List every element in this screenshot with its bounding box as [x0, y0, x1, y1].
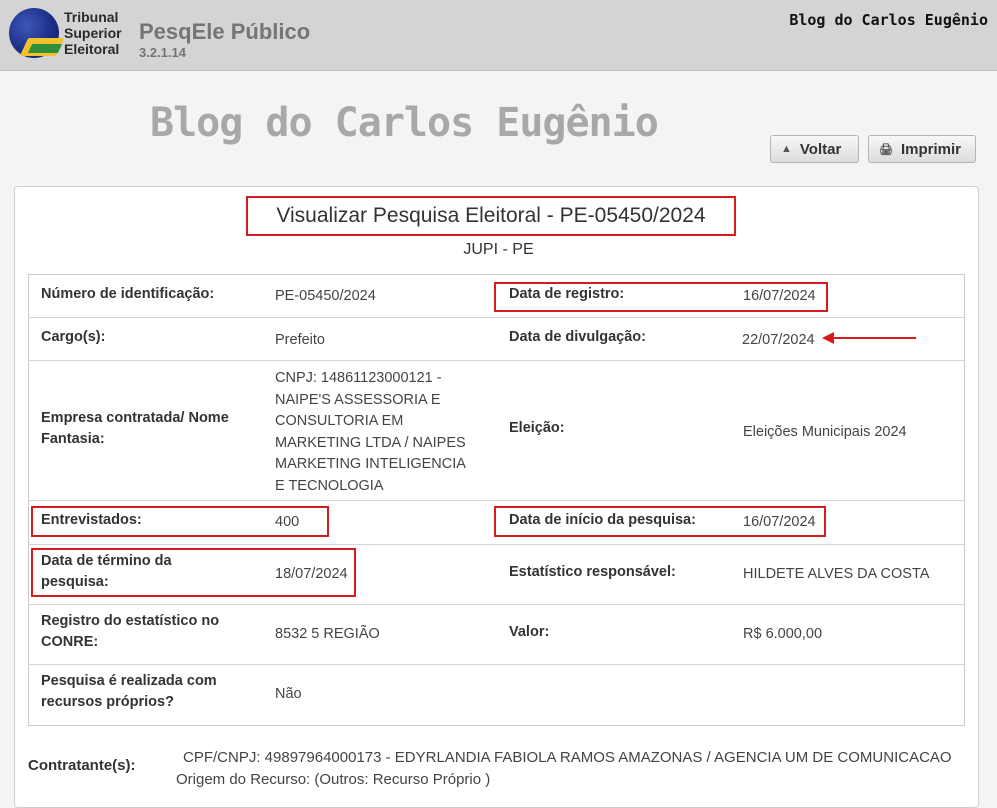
watermark-big: Blog do Carlos Eugênio [150, 100, 659, 146]
registro-conre-label-line1: Registro do estatístico no [41, 613, 220, 629]
row-divider [28, 360, 965, 361]
empresa-value: CNPJ: 14861123000121 - NAIPE'S ASSESSORI… [275, 368, 466, 497]
recursos-proprios-label: Pesquisa é realizada com recursos própri… [41, 671, 217, 713]
empresa-label-line2: Fantasia: [41, 431, 105, 447]
empresa-value-line: NAIPE'S ASSESSORIA E [275, 391, 441, 408]
recursos-proprios-label-line2: recursos próprios? [41, 694, 174, 710]
app-version: 3.2.1.14 [139, 45, 186, 60]
registro-conre-value: 8532 5 REGIÃO [275, 626, 380, 642]
empresa-value-line: CONSULTORIA EM [275, 413, 404, 429]
chevron-up-icon: ▲ [781, 143, 792, 155]
registro-conre-label-line2: CONRE: [41, 634, 99, 650]
org-name-line2: Superior [64, 25, 122, 41]
cargo-label: Cargo(s): [41, 329, 106, 345]
page-title: Visualizar Pesquisa Eleitoral - PE-05450… [246, 196, 736, 236]
row-divider [28, 544, 965, 545]
highlight-entrevistados [31, 506, 329, 537]
arrow-left-icon [822, 332, 834, 344]
org-name-line1: Tribunal [64, 9, 119, 25]
eleicao-value: Eleições Municipais 2024 [743, 424, 907, 440]
valor-label: Valor: [509, 624, 550, 640]
row-divider [28, 664, 965, 665]
empresa-value-line: MARKETING LTDA / NAIPES [275, 434, 466, 451]
registro-conre-label: Registro do estatístico no CONRE: [41, 611, 219, 653]
contratante-origin: Origem do Recurso: (Outros: Recurso Próp… [176, 771, 491, 788]
contratante-label: Contratante(s): [28, 757, 136, 774]
numero-label: Número de identificação: [41, 286, 215, 302]
highlight-data-termino [31, 548, 356, 597]
empresa-value-line: E TECNOLOGIA [275, 477, 384, 494]
print-button-label: Imprimir [900, 140, 961, 158]
empresa-label: Empresa contratada/ Nome Fantasia: [41, 408, 229, 450]
data-divulgacao-value: 22/07/2024 [742, 332, 815, 348]
page-subtitle: JUPI - PE [463, 241, 534, 258]
cargo-value: Prefeito [275, 332, 325, 348]
recursos-proprios-value: Não [275, 686, 302, 702]
empresa-value-line: CNPJ: 14861123000121 - [275, 370, 442, 386]
eleicao-label: Eleição: [509, 420, 565, 436]
recursos-proprios-label-line1: Pesquisa é realizada com [41, 673, 217, 689]
estatistico-label: Estatístico responsável: [509, 564, 676, 580]
app-title: PesqEle Público [139, 19, 311, 44]
data-divulgacao-label: Data de divulgação: [509, 329, 646, 345]
empresa-label-line1: Empresa contratada/ Nome [41, 410, 229, 426]
printer-icon: 🖨 [879, 143, 893, 156]
org-name: Tribunal Superior Eleitoral [64, 9, 122, 57]
empresa-value-line: MARKETING INTELIGENCIA [275, 456, 466, 472]
org-name-line3: Eleitoral [64, 41, 120, 57]
highlight-data-registro [494, 282, 828, 312]
row-divider [28, 500, 965, 501]
highlight-data-inicio [494, 506, 826, 537]
watermark-small: Blog do Carlos Eugênio [789, 11, 988, 29]
numero-value: PE-05450/2024 [275, 288, 376, 304]
top-header-bar: Tribunal Superior Eleitoral PesqEle Públ… [0, 0, 997, 71]
row-divider [28, 317, 965, 318]
arrow-left-icon-shaft [832, 337, 916, 339]
row-divider [28, 604, 965, 605]
print-button[interactable]: 🖨 Imprimir [868, 135, 976, 163]
estatistico-value: HILDETE ALVES DA COSTA [743, 566, 930, 582]
tse-logo-stripe-green [27, 44, 63, 53]
valor-value: R$ 6.000,00 [743, 626, 823, 642]
contratante-value: CPF/CNPJ: 49897964000173 - EDYRLANDIA FA… [183, 749, 952, 766]
back-button-label: Voltar [799, 140, 842, 158]
back-button[interactable]: ▲ Voltar [770, 135, 859, 163]
